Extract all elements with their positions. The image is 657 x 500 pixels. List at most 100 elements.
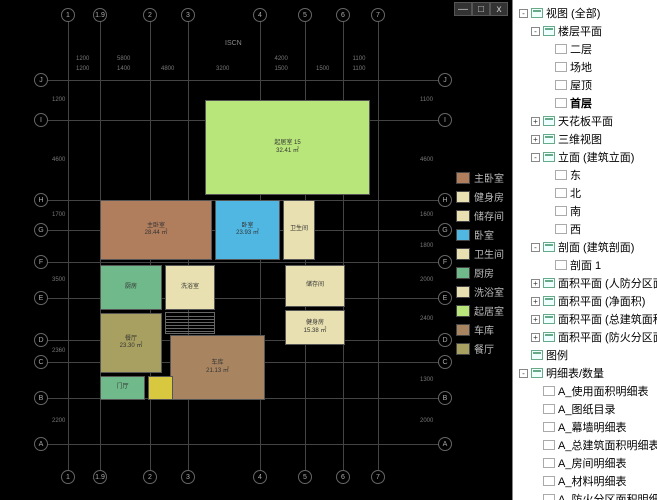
tree-node[interactable]: -剖面 (建筑剖面): [519, 238, 655, 256]
grid-bubble-row-F[interactable]: F: [34, 255, 48, 269]
room-unnamed[interactable]: [148, 376, 173, 400]
tree-node[interactable]: A_防火分区面积明细表: [519, 490, 655, 500]
tree-node[interactable]: A_房间明细表: [519, 454, 655, 472]
grid-bubble-row-A[interactable]: A: [438, 437, 452, 451]
grid-bubble-col-7[interactable]: 7: [371, 470, 385, 484]
room-洗浴室[interactable]: 洗浴室: [165, 265, 215, 310]
grid-bubble-col-6[interactable]: 6: [336, 8, 350, 22]
grid-bubble-col-2[interactable]: 2: [143, 8, 157, 22]
grid-bubble-row-I[interactable]: I: [34, 113, 48, 127]
grid-bubble-row-C[interactable]: C: [34, 355, 48, 369]
grid-bubble-col-1.9[interactable]: 1.9: [93, 470, 107, 484]
close-button[interactable]: x: [490, 2, 508, 16]
collapse-icon[interactable]: -: [519, 369, 528, 378]
grid-bubble-col-2[interactable]: 2: [143, 470, 157, 484]
tree-node[interactable]: A_图纸目录: [519, 400, 655, 418]
grid-bubble-col-1[interactable]: 1: [61, 8, 75, 22]
tree-node[interactable]: 剖面 1: [519, 256, 655, 274]
collapse-icon[interactable]: -: [531, 27, 540, 36]
grid-bubble-row-J[interactable]: J: [438, 73, 452, 87]
collapse-icon[interactable]: -: [519, 9, 528, 18]
grid-bubble-row-D[interactable]: D: [438, 333, 452, 347]
room-卧室[interactable]: 卧室23.93 ㎡: [215, 200, 280, 260]
grid-bubble-col-7[interactable]: 7: [371, 8, 385, 22]
expand-icon[interactable]: +: [531, 135, 540, 144]
grid-bubble-col-1[interactable]: 1: [61, 470, 75, 484]
room-厨房[interactable]: 厨房: [100, 265, 162, 310]
expand-icon[interactable]: +: [531, 333, 540, 342]
tree-node[interactable]: +面积平面 (人防分区面积): [519, 274, 655, 292]
expand-icon[interactable]: +: [531, 279, 540, 288]
tree-node[interactable]: +面积平面 (防火分区面积): [519, 328, 655, 346]
floor-plan[interactable]: 起居室 1532.41 ㎡卧室23.93 ㎡主卧室28.44 ㎡ 卫生间健身房15…: [100, 80, 380, 450]
collapse-icon[interactable]: -: [531, 243, 540, 252]
tree-node[interactable]: 东: [519, 166, 655, 184]
tree-node[interactable]: -明细表/数量: [519, 364, 655, 382]
grid-bubble-row-H[interactable]: H: [34, 193, 48, 207]
room-储存间[interactable]: 储存间: [285, 265, 345, 307]
tree-node[interactable]: +面积平面 (净面积): [519, 292, 655, 310]
grid-bubble-row-I[interactable]: I: [438, 113, 452, 127]
tree-node[interactable]: -立面 (建筑立面): [519, 148, 655, 166]
tree-node[interactable]: -视图 (全部): [519, 4, 655, 22]
grid-bubble-col-4[interactable]: 4: [253, 470, 267, 484]
grid-bubble-col-5[interactable]: 5: [298, 470, 312, 484]
expand-icon[interactable]: +: [531, 315, 540, 324]
grid-bubble-row-G[interactable]: G: [34, 223, 48, 237]
tree-node[interactable]: 图例: [519, 346, 655, 364]
tree-node[interactable]: 首层: [519, 94, 655, 112]
room-车库[interactable]: 车库21.13 ㎡: [170, 335, 265, 400]
grid-bubble-row-B[interactable]: B: [34, 391, 48, 405]
tree-node[interactable]: +面积平面 (总建筑面积): [519, 310, 655, 328]
room-主卧室[interactable]: 主卧室28.44 ㎡: [100, 200, 212, 260]
tree-node[interactable]: +三维视图: [519, 130, 655, 148]
legend-swatch: [456, 286, 470, 298]
expand-icon[interactable]: +: [531, 117, 540, 126]
grid-bubble-row-F[interactable]: F: [438, 255, 452, 269]
maximize-button[interactable]: □: [472, 2, 490, 16]
tree-node[interactable]: A_材料明细表: [519, 472, 655, 490]
room-name: 洗浴室: [181, 284, 199, 291]
tree-node[interactable]: -楼层平面: [519, 22, 655, 40]
grid-bubble-row-H[interactable]: H: [438, 193, 452, 207]
room-卫生间[interactable]: 卫生间: [283, 200, 315, 260]
dim-top: 4200: [275, 56, 288, 62]
project-browser-panel[interactable]: -视图 (全部)-楼层平面二层场地屋顶首层+天花板平面+三维视图-立面 (建筑立…: [512, 0, 657, 500]
collapse-icon[interactable]: -: [531, 153, 540, 162]
expand-icon[interactable]: +: [531, 297, 540, 306]
grid-bubble-col-3[interactable]: 3: [181, 8, 195, 22]
grid-bubble-col-5[interactable]: 5: [298, 8, 312, 22]
tree-node[interactable]: +天花板平面: [519, 112, 655, 130]
tree-node[interactable]: 西: [519, 220, 655, 238]
grid-bubble-row-C[interactable]: C: [438, 355, 452, 369]
grid-bubble-row-J[interactable]: J: [34, 73, 48, 87]
grid-bubble-col-3[interactable]: 3: [181, 470, 195, 484]
room-起居室 15[interactable]: 起居室 1532.41 ㎡: [205, 100, 370, 195]
grid-bubble-row-A[interactable]: A: [34, 437, 48, 451]
tree-label: A_总建筑面积明细表: [558, 437, 657, 453]
tree-node[interactable]: 场地: [519, 58, 655, 76]
cad-viewport[interactable]: — □ x ISCN 111.91.9223344556677JJIIHHGGF…: [0, 0, 512, 500]
tree-node[interactable]: A_总建筑面积明细表: [519, 436, 655, 454]
tree-node[interactable]: A_使用面积明细表: [519, 382, 655, 400]
grid-bubble-row-B[interactable]: B: [438, 391, 452, 405]
tree-node[interactable]: 北: [519, 184, 655, 202]
legend: 主卧室健身房储存间卧室卫生间厨房洗浴室起居室车库餐厅: [456, 170, 504, 360]
room-餐厅[interactable]: 餐厅23.30 ㎡: [100, 313, 162, 373]
room-健身房[interactable]: 健身房15.38 ㎡: [285, 310, 345, 345]
room-area: 15.38 ㎡: [304, 328, 327, 335]
minimize-button[interactable]: —: [454, 2, 472, 16]
grid-bubble-row-D[interactable]: D: [34, 333, 48, 347]
grid-bubble-row-E[interactable]: E: [34, 291, 48, 305]
tree-node[interactable]: 南: [519, 202, 655, 220]
grid-bubble-col-6[interactable]: 6: [336, 470, 350, 484]
tree-node[interactable]: 屋顶: [519, 76, 655, 94]
room-门厅[interactable]: 门厅: [100, 376, 145, 400]
tree-node[interactable]: 二层: [519, 40, 655, 58]
tree-node[interactable]: A_幕墙明细表: [519, 418, 655, 436]
grid-bubble-col-4[interactable]: 4: [253, 8, 267, 22]
sheet-icon: [543, 134, 555, 144]
grid-bubble-row-E[interactable]: E: [438, 291, 452, 305]
grid-bubble-col-1.9[interactable]: 1.9: [93, 8, 107, 22]
grid-bubble-row-G[interactable]: G: [438, 223, 452, 237]
